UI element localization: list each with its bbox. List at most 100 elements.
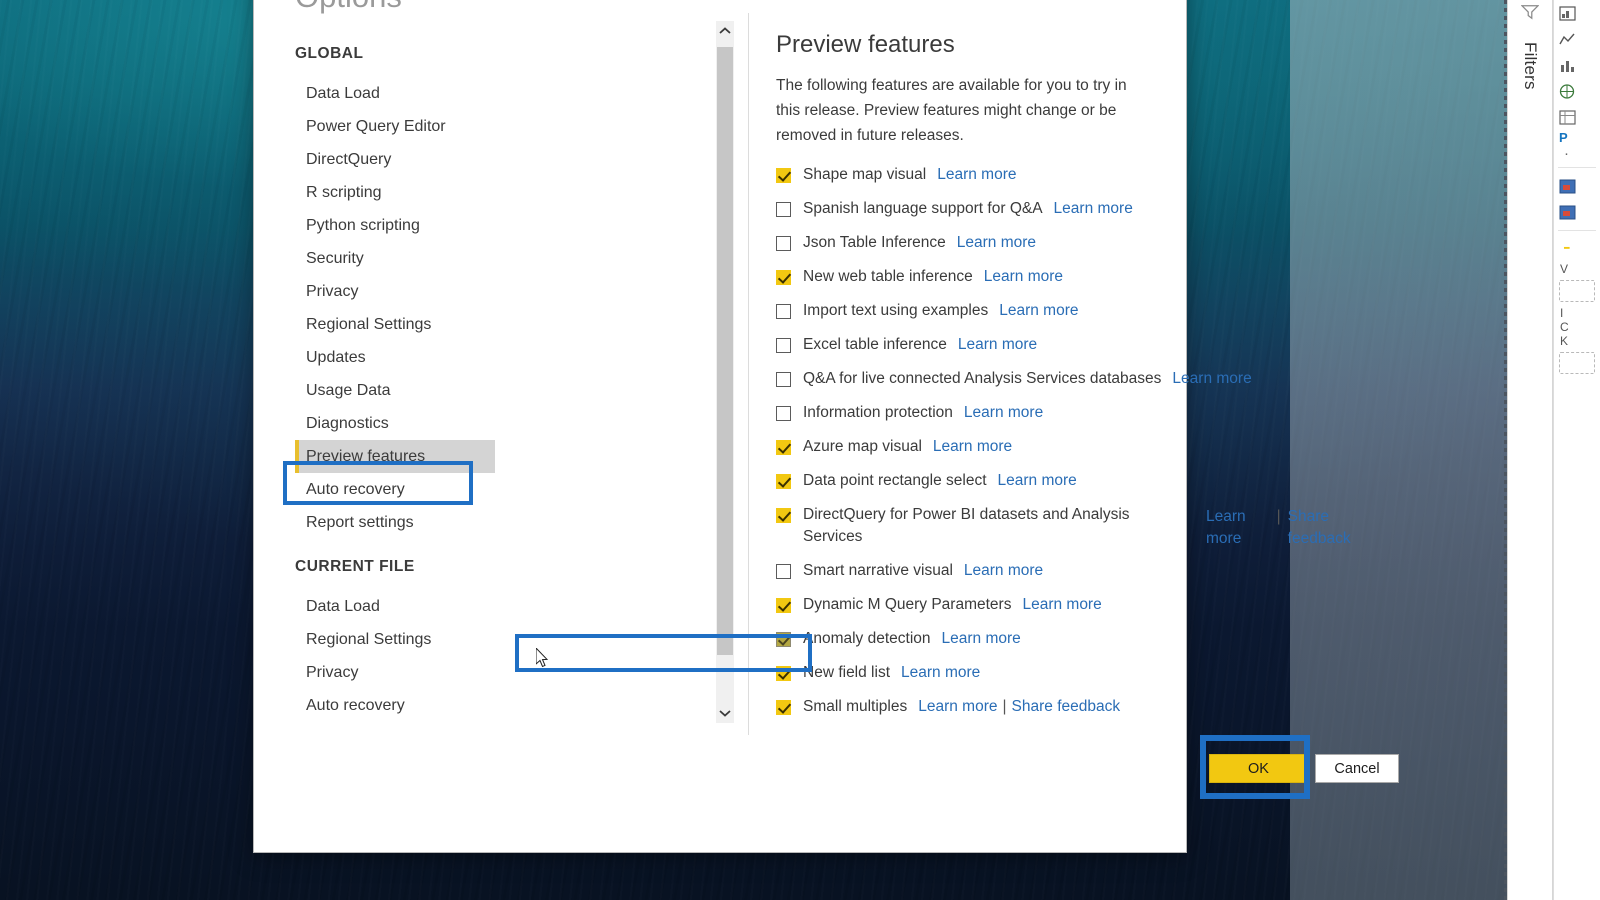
checkbox-new-web-table-inference[interactable]: [776, 270, 791, 285]
feature-label: Import text using examples: [803, 302, 989, 319]
field-table-icon[interactable]: [1558, 204, 1577, 221]
feature-row-qa-live-connected[interactable]: Q&A for live connected Analysis Services…: [776, 368, 1252, 402]
drop-zone-placeholder[interactable]: [1559, 280, 1595, 302]
checkbox-qa-live-connected[interactable]: [776, 372, 791, 387]
bar-chart-icon[interactable]: [1558, 5, 1577, 22]
checkbox-anomaly-detection[interactable]: [776, 632, 791, 647]
feature-row-shape-map-visual[interactable]: Shape map visual Learn more: [776, 164, 1152, 198]
checkbox-information-protection[interactable]: [776, 406, 791, 421]
learn-more-link[interactable]: Learn more: [999, 300, 1078, 322]
sidebar-item-preview-features[interactable]: Preview features: [295, 440, 495, 473]
sidebar-item-regional-settings[interactable]: Regional Settings: [295, 308, 495, 341]
cancel-button[interactable]: Cancel: [1315, 754, 1399, 783]
viz-icon-row[interactable]: [1554, 26, 1600, 52]
column-chart-icon[interactable]: [1558, 57, 1577, 74]
viz-icon-row[interactable]: [1554, 104, 1600, 130]
checkbox-data-point-rectangle-select[interactable]: [776, 474, 791, 489]
feature-row-new-field-list[interactable]: New field list Learn more: [776, 662, 1152, 696]
ok-button[interactable]: OK: [1209, 754, 1308, 783]
viz-icon-row[interactable]: [1554, 52, 1600, 78]
feature-row-json-table-inference[interactable]: Json Table Inference Learn more: [776, 232, 1152, 266]
learn-more-line2: more: [1206, 530, 1242, 547]
learn-more-link[interactable]: Learn more: [964, 560, 1043, 582]
sidebar-item-cf-privacy[interactable]: Privacy: [295, 656, 495, 689]
chevron-up-icon[interactable]: [716, 21, 734, 41]
checkbox-azure-map-visual[interactable]: [776, 440, 791, 455]
checkbox-excel-table-inference[interactable]: [776, 338, 791, 353]
sidebar-item-cf-auto-recovery[interactable]: Auto recovery: [295, 689, 495, 722]
checkbox-dynamic-m-query-parameters[interactable]: [776, 598, 791, 613]
filters-pane[interactable]: Filters: [1507, 0, 1553, 900]
sidebar-item-r-scripting[interactable]: R scripting: [295, 176, 495, 209]
field-row[interactable]: [1554, 173, 1600, 199]
feature-row-directquery-powerbi-datasets[interactable]: DirectQuery for Power BI datasets and An…: [776, 504, 1351, 560]
field-table-icon[interactable]: [1558, 178, 1577, 195]
checkbox-smart-narrative-visual[interactable]: [776, 564, 791, 579]
learn-more-link[interactable]: Learn more: [964, 402, 1043, 424]
learn-more-link[interactable]: Learn more: [1172, 368, 1251, 390]
sidebar-scrollbar[interactable]: [716, 21, 734, 723]
learn-more-link[interactable]: Learn more: [998, 470, 1077, 492]
learn-more-link[interactable]: Learn more: [958, 334, 1037, 356]
viz-letter-v: V: [1560, 262, 1569, 276]
learn-more-link[interactable]: Learn more: [937, 164, 1016, 186]
sidebar-item-usage-data[interactable]: Usage Data: [295, 374, 495, 407]
sidebar-item-auto-recovery[interactable]: Auto recovery: [295, 473, 495, 506]
learn-more-link[interactable]: Learn more: [942, 628, 1021, 650]
checkbox-directquery-powerbi-datasets[interactable]: [776, 508, 791, 523]
checkbox-shape-map-visual[interactable]: [776, 168, 791, 183]
learn-more-link[interactable]: Learn more: [1206, 506, 1246, 550]
sidebar-item-data-load[interactable]: Data Load: [295, 77, 495, 110]
feature-label: Azure map visual: [803, 438, 922, 455]
feature-row-information-protection[interactable]: Information protection Learn more: [776, 402, 1152, 436]
feature-row-smart-narrative-visual[interactable]: Smart narrative visual Learn more: [776, 560, 1152, 594]
checkbox-new-field-list[interactable]: [776, 666, 791, 681]
viz-icon-row[interactable]: [1554, 78, 1600, 104]
share-feedback-link[interactable]: Share feedback: [1012, 696, 1121, 718]
sidebar-item-directquery[interactable]: DirectQuery: [295, 143, 495, 176]
sidebar-item-privacy[interactable]: Privacy: [295, 275, 495, 308]
chevron-down-icon[interactable]: [716, 703, 734, 723]
feature-row-import-text-using-examples[interactable]: Import text using examples Learn more: [776, 300, 1152, 334]
feature-row-small-multiples[interactable]: Small multiples Learn more | Share feedb…: [776, 696, 1152, 730]
sidebar-item-cf-regional-settings[interactable]: Regional Settings: [295, 623, 495, 656]
learn-more-link[interactable]: Learn more: [901, 662, 980, 684]
viz-icon-row[interactable]: [1554, 0, 1600, 26]
sidebar-item-cf-data-load[interactable]: Data Load: [295, 590, 495, 623]
sidebar-item-power-query-editor[interactable]: Power Query Editor: [295, 110, 495, 143]
checkbox-json-table-inference[interactable]: [776, 236, 791, 251]
sidebar-item-updates[interactable]: Updates: [295, 341, 495, 374]
learn-more-link[interactable]: Learn more: [957, 232, 1036, 254]
feature-row-data-point-rectangle-select[interactable]: Data point rectangle select Learn more: [776, 470, 1152, 504]
visualizations-pane[interactable]: P · V I C K: [1553, 0, 1600, 900]
feature-row-dynamic-m-query-parameters[interactable]: Dynamic M Query Parameters Learn more: [776, 594, 1152, 628]
feature-row-azure-map-visual[interactable]: Azure map visual Learn more: [776, 436, 1152, 470]
sidebar-item-report-settings[interactable]: Report settings: [295, 506, 495, 539]
learn-more-link[interactable]: Learn more: [933, 436, 1012, 458]
feature-row-anomaly-detection[interactable]: Anomaly detection Learn more: [776, 628, 1152, 662]
feature-row-new-web-table-inference[interactable]: New web table inference Learn more: [776, 266, 1152, 300]
field-row[interactable]: [1554, 199, 1600, 225]
globe-map-icon[interactable]: [1558, 83, 1577, 100]
learn-more-link[interactable]: Learn more: [984, 266, 1063, 288]
checkbox-small-multiples[interactable]: [776, 700, 791, 715]
drop-zone-placeholder[interactable]: [1559, 352, 1595, 374]
line-chart-icon[interactable]: [1558, 31, 1577, 48]
sidebar-item-python-scripting[interactable]: Python scripting: [295, 209, 495, 242]
learn-more-link[interactable]: Learn more: [918, 696, 997, 718]
checkbox-spanish-language-support[interactable]: [776, 202, 791, 217]
checkbox-import-text-using-examples[interactable]: [776, 304, 791, 319]
sidebar-item-security[interactable]: Security: [295, 242, 495, 275]
table-icon[interactable]: [1558, 109, 1577, 126]
share-feedback-link[interactable]: Share feedback: [1277, 506, 1351, 550]
sidebar-item-diagnostics[interactable]: Diagnostics: [295, 407, 495, 440]
sidebar-scrollbar-thumb[interactable]: [717, 47, 733, 655]
learn-more-link[interactable]: Learn more: [1054, 198, 1133, 220]
yellow-bar-icon: [1558, 241, 1577, 258]
viz-ellipsis[interactable]: ·: [1554, 145, 1600, 162]
options-sidebar[interactable]: GLOBAL Data Load Power Query Editor Dire…: [295, 45, 495, 752]
learn-more-link[interactable]: Learn more: [1022, 594, 1101, 616]
feature-row-excel-table-inference[interactable]: Excel table inference Learn more: [776, 334, 1152, 368]
feature-row-spanish-language-support[interactable]: Spanish language support for Q&A Learn m…: [776, 198, 1152, 232]
